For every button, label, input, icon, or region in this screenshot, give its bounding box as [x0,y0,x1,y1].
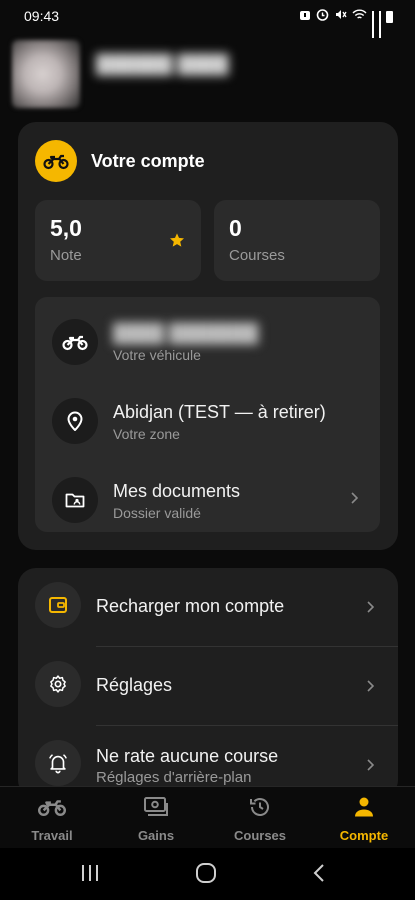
back-icon[interactable] [312,862,326,889]
documents-title: Mes documents [113,481,241,501]
status-time: 09:43 [24,8,60,24]
nav-courses[interactable]: Courses [208,795,312,847]
recharge-account-item[interactable]: Recharger mon compte [18,568,398,646]
account-title: Votre compte [91,150,205,171]
trips-value: 0 [229,215,242,241]
zone-subtitle: Votre zone [113,426,180,442]
vehicle-row: ████ ███████ Votre véhicule [35,303,380,373]
alarm-clock-icon [316,8,329,25]
account-header: Votre compte [35,140,205,182]
settings-item[interactable]: Réglages [18,647,398,725]
chevron-right-icon [350,491,359,509]
location-pin-icon [52,398,98,444]
bell-ringing-icon [35,740,81,786]
notify-subtitle: Réglages d'arrière-plan [96,769,252,786]
documents-row[interactable]: Mes documents Dossier validé [35,461,380,531]
account-card: Votre compte 5,0 Note 0 Courses ████ ███… [18,122,398,550]
status-icons [299,8,393,38]
battery-icon [386,10,393,23]
star-icon [169,232,185,253]
nav-gains[interactable]: Gains [104,795,208,847]
account-details: ████ ███████ Votre véhicule Abidjan (TES… [35,297,380,532]
settings-label: Réglages [96,675,173,695]
notify-title: Ne rate aucune course [96,746,279,766]
person-icon [312,795,415,819]
signal-icon [372,10,374,38]
profile-name-redacted: ██████ ████ [96,54,229,74]
gear-icon [35,661,81,707]
trips-stat: 0 Courses [214,200,380,281]
system-nav-bar [0,848,415,900]
trips-label: Courses [229,247,285,264]
profile-header: ██████ ████ [12,40,412,110]
zone-row: Abidjan (TEST — à retirer) Votre zone [35,382,380,452]
bottom-nav: Travail Gains Courses Compte [0,786,415,848]
menu-card: Recharger mon compte Réglages Ne rate au… [18,568,398,798]
motorbike-icon [52,319,98,365]
chevron-right-icon [366,758,375,776]
motorbike-icon [35,140,77,182]
nav-compte[interactable]: Compte [312,795,415,847]
nav-label: Compte [339,828,389,843]
recent-apps-icon[interactable] [80,862,100,889]
vehicle-subtitle: Votre véhicule [113,347,201,363]
documents-subtitle: Dossier validé [113,505,201,521]
rating-label: Note [50,247,82,264]
wifi-icon [352,9,367,25]
chevron-right-icon [366,679,375,697]
avatar [12,40,80,108]
wallet-icon [35,582,81,628]
zone-title: Abidjan (TEST — à retirer) [113,402,326,422]
nav-label: Courses [233,828,287,843]
recharge-label: Recharger mon compte [96,596,285,616]
nav-label: Gains [137,828,175,843]
mute-icon [334,8,347,25]
status-bar: 09:43 [0,0,415,38]
nav-travail[interactable]: Travail [0,795,104,847]
motorbike-icon [0,795,104,819]
signal-icon [379,10,381,38]
rating-value: 5,0 [50,215,82,241]
alarm-icon [299,9,311,25]
vehicle-name-redacted: ████ ███████ [113,323,259,343]
nav-label: Travail [31,828,73,843]
folder-id-icon [52,477,98,523]
cash-icon [104,795,208,819]
chevron-right-icon [366,600,375,618]
history-icon [208,795,312,819]
rating-stat: 5,0 Note [35,200,201,281]
home-icon[interactable] [195,862,217,889]
